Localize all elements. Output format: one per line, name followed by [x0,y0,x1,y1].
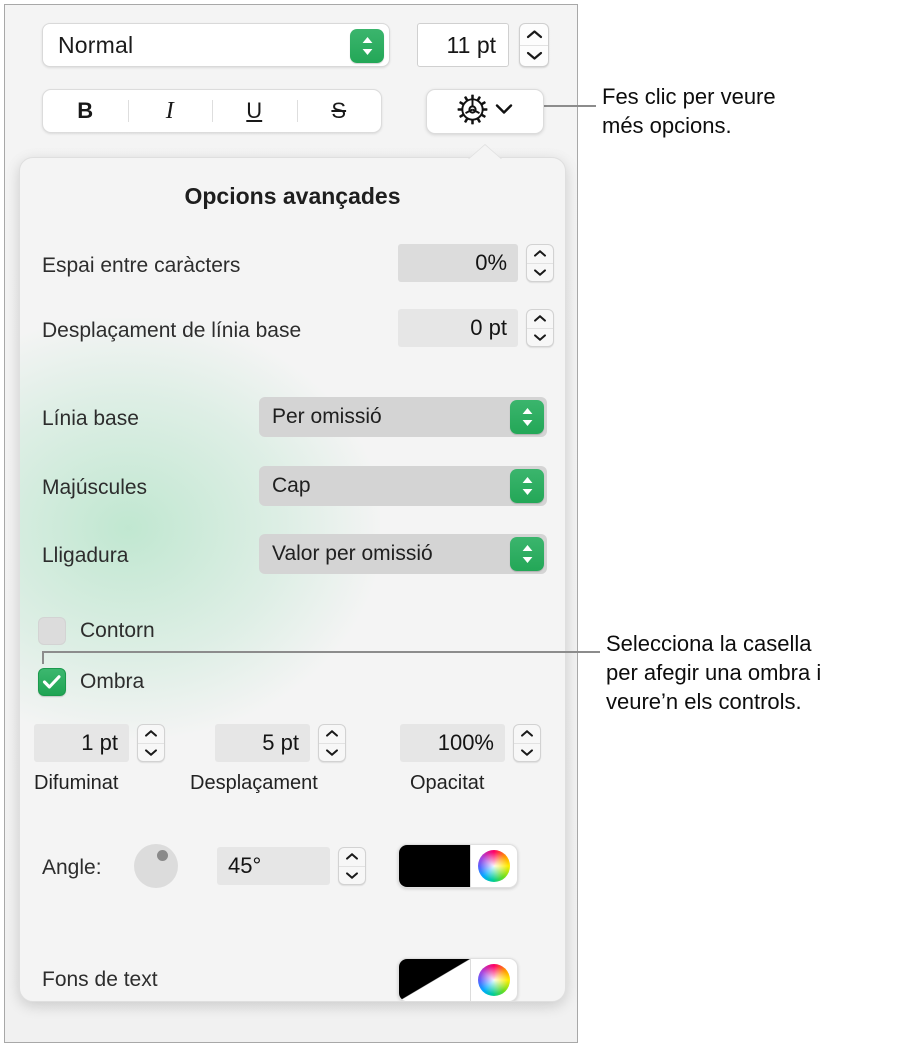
baseline-shift-stepper[interactable] [526,309,554,347]
ligature-dropdown-value: Valor per omissió [272,542,433,565]
shadow-blur-value: 1 pt [81,730,118,755]
shadow-offset-value: 5 pt [262,730,299,755]
stepper-down-icon[interactable] [319,744,345,762]
shadow-offset-input[interactable]: 5 pt [215,724,310,762]
text-background-fill[interactable] [399,959,471,1001]
baseline-shift-value: 0 pt [470,315,507,340]
stepper-up-icon[interactable] [319,725,345,744]
up-down-chevrons-icon[interactable] [510,537,544,571]
char-spacing-input[interactable]: 0% [398,244,518,282]
outline-checkbox[interactable] [38,617,66,645]
callout-leader-line-1 [540,105,596,107]
shadow-angle-input[interactable]: 45° [217,847,330,885]
up-down-chevrons-icon[interactable] [350,29,384,63]
color-wheel-icon[interactable] [471,959,517,1001]
shadow-opacity-input[interactable]: 100% [400,724,505,762]
outline-checkbox-row[interactable]: Contorn [38,617,155,645]
gear-icon [457,94,488,130]
font-size-stepper[interactable] [519,23,549,67]
baseline-dropdown[interactable]: Per omissió [259,397,547,437]
baseline-shift-label: Desplaçament de línia base [42,319,302,342]
advanced-options-popover: Opcions avançades Espai entre caràcters … [19,157,566,1002]
char-spacing-value: 0% [475,250,507,275]
typography-button-group: B I U S [42,89,382,133]
angle-dial-knob[interactable] [157,850,168,861]
shadow-checkbox-callout: Selecciona la casella per afegir una omb… [606,631,822,714]
shadow-color-fill[interactable] [399,845,471,887]
shadow-offset-stepper[interactable] [318,724,346,762]
stepper-down-icon[interactable] [339,867,365,885]
shadow-opacity-label: Opacitat [410,772,485,794]
stepper-up-icon[interactable] [527,310,553,329]
text-format-toolbar: Normal 11 pt B I U S [5,5,577,145]
shadow-opacity-value: 100% [437,730,494,755]
shadow-angle-stepper[interactable] [338,847,366,885]
chevron-down-icon [494,102,514,121]
paragraph-style-popup[interactable]: Normal [42,23,390,67]
baseline-shift-input[interactable]: 0 pt [398,309,518,347]
more-options-button[interactable] [426,89,544,134]
format-sidebar-panel: Normal 11 pt B I U S Opcions avançades E… [4,4,578,1043]
callout-leader-line-2-horizontal [42,651,600,653]
font-size-value: 11 pt [446,31,496,58]
up-down-chevrons-icon[interactable] [510,469,544,503]
shadow-checkbox-row[interactable]: Ombra [38,668,144,696]
text-background-swatch[interactable] [398,958,518,1001]
stepper-down-icon[interactable] [527,264,553,282]
stepper-up-icon[interactable] [339,848,365,867]
paragraph-style-value: Normal [58,31,134,58]
font-size-input[interactable]: 11 pt [417,23,509,67]
italic-button[interactable]: I [128,98,213,125]
screenshot-root: Normal 11 pt B I U S Opcions avançades E… [0,0,908,1047]
baseline-dropdown-value: Per omissió [272,405,382,428]
shadow-checkbox[interactable] [38,668,66,696]
shadow-blur-label: Difuminat [34,772,119,794]
color-wheel-icon[interactable] [471,845,517,887]
angle-dial-icon[interactable] [134,844,178,888]
stepper-down-icon[interactable] [138,744,164,762]
bold-button[interactable]: B [43,98,128,124]
stepper-up-icon[interactable] [514,725,540,744]
shadow-blur-input[interactable]: 1 pt [34,724,129,762]
shadow-checkbox-label: Ombra [80,670,145,693]
ligature-dropdown[interactable]: Valor per omissió [259,534,547,574]
stepper-down-icon[interactable] [520,46,548,67]
outline-checkbox-label: Contorn [80,619,155,642]
capitalization-dropdown-value: Cap [272,474,311,497]
stepper-up-icon[interactable] [527,245,553,264]
shadow-angle-label: Angle: [42,856,102,879]
stepper-down-icon[interactable] [527,329,553,347]
stepper-up-icon[interactable] [138,725,164,744]
strikethrough-button[interactable]: S [297,98,382,124]
text-background-label: Fons de text [42,968,158,991]
baseline-menu-label: Línia base [42,407,139,430]
ligature-menu-label: Lligadura [42,544,129,567]
stepper-down-icon[interactable] [514,744,540,762]
up-down-chevrons-icon[interactable] [510,400,544,434]
more-options-callout: Fes clic per veure més opcions. [602,84,776,138]
underline-button[interactable]: U [212,98,297,124]
popover-title: Opcions avançades [184,183,401,209]
stepper-up-icon[interactable] [520,24,548,46]
shadow-offset-label: Desplaçament [190,772,318,794]
shadow-blur-stepper[interactable] [137,724,165,762]
capitalization-menu-label: Majúscules [42,476,148,499]
shadow-color-swatch[interactable] [398,844,518,888]
shadow-opacity-stepper[interactable] [513,724,541,762]
capitalization-dropdown[interactable]: Cap [259,466,547,506]
shadow-angle-value: 45° [228,853,262,878]
char-spacing-label: Espai entre caràcters [42,254,241,277]
char-spacing-stepper[interactable] [526,244,554,282]
